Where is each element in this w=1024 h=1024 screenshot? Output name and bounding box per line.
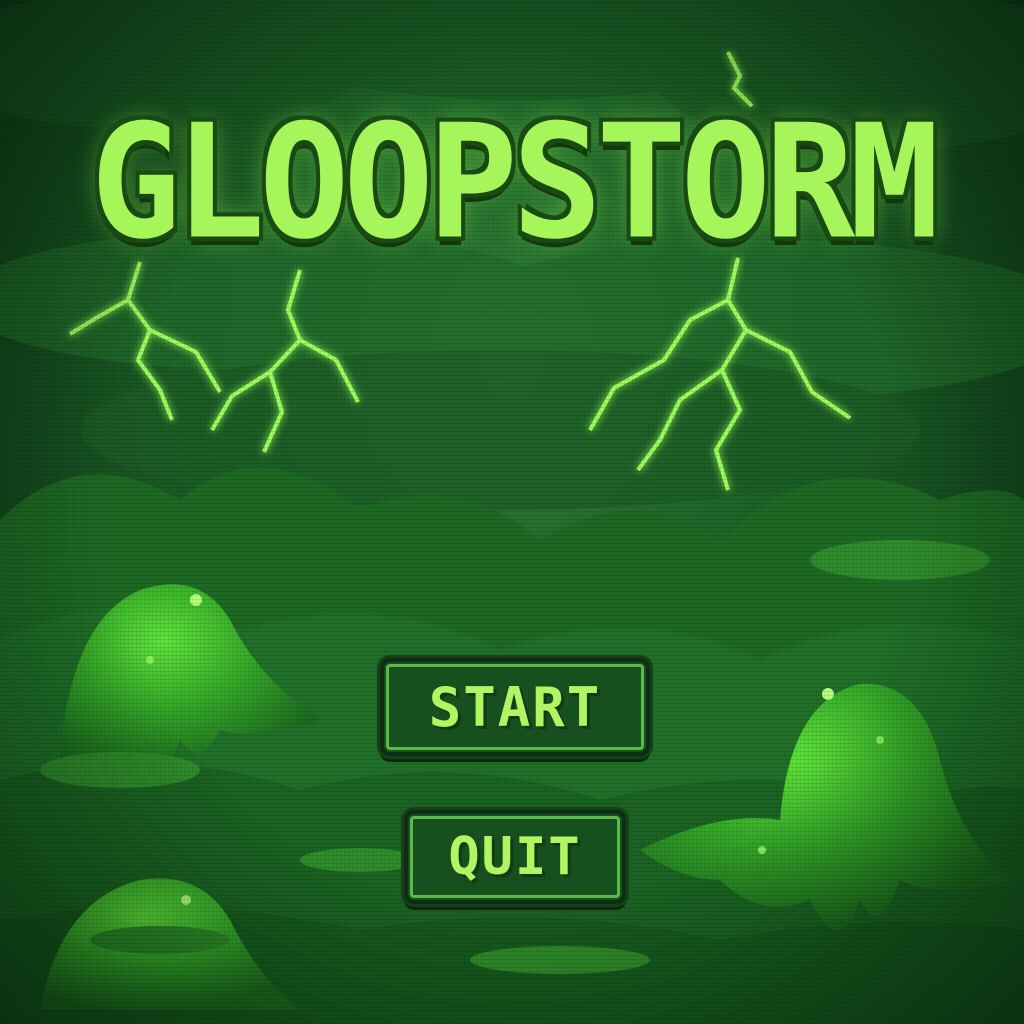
- title-screen: GLOOPSTORM START QUIT: [0, 0, 1024, 1024]
- game-title: GLOOPSTORM: [90, 91, 939, 275]
- start-button-label: START: [428, 675, 602, 739]
- start-button[interactable]: START: [380, 658, 650, 756]
- quit-button[interactable]: QUIT: [404, 810, 626, 904]
- quit-button-label: QUIT: [448, 827, 582, 887]
